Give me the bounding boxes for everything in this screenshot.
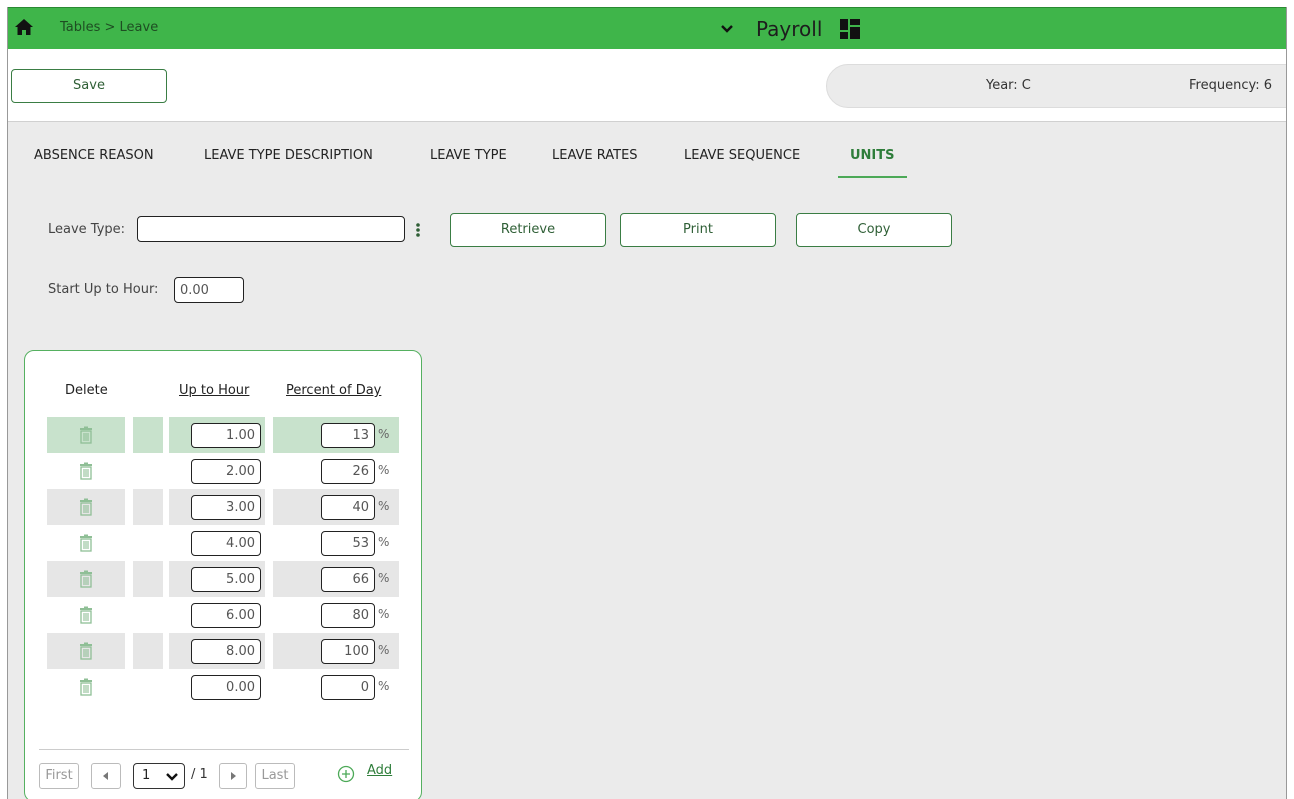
chevron-down-icon[interactable] <box>720 22 734 36</box>
module-title: Payroll <box>756 17 823 41</box>
tab-leave-rates[interactable]: LEAVE RATES <box>552 148 638 178</box>
add-icon[interactable] <box>337 765 355 783</box>
up-to-hour-input[interactable] <box>191 675 261 700</box>
percent-sign: % <box>378 535 390 549</box>
context-info: Year: C Frequency: 6 <box>826 64 1286 108</box>
home-icon[interactable] <box>14 18 34 36</box>
page-total: / 1 <box>191 767 208 782</box>
table-row[interactable]: % <box>47 489 399 525</box>
percent-of-day-input[interactable] <box>321 567 375 592</box>
table-row[interactable]: % <box>47 453 399 489</box>
row-cell-background <box>133 489 163 525</box>
up-to-hour-input[interactable] <box>191 423 261 448</box>
module-switcher[interactable]: Payroll <box>720 14 861 44</box>
percent-of-day-input[interactable] <box>321 675 375 700</box>
row-cell-background <box>133 561 163 597</box>
toolbar: Save Year: C Frequency: 6 <box>8 49 1286 121</box>
start-up-to-hour-label: Start Up to Hour: <box>48 282 159 297</box>
tab-leave-type-description[interactable]: LEAVE TYPE DESCRIPTION <box>204 148 373 178</box>
percent-of-day-input[interactable] <box>321 495 375 520</box>
table-row[interactable]: % <box>47 669 399 705</box>
trash-icon[interactable] <box>78 570 94 588</box>
year-info: Year: C <box>986 78 1031 93</box>
prev-page-button[interactable] <box>91 763 121 789</box>
start-up-to-hour-input[interactable] <box>174 277 244 303</box>
grid-divider <box>39 749 409 750</box>
app-frame: Tables > Leave Payroll Save Year: C Freq… <box>7 7 1287 799</box>
table-row[interactable]: % <box>47 597 399 633</box>
row-cell-background <box>133 633 163 669</box>
table-row[interactable]: % <box>47 633 399 669</box>
trash-icon[interactable] <box>78 606 94 624</box>
tab-leave-sequence[interactable]: LEAVE SEQUENCE <box>684 148 800 178</box>
percent-sign: % <box>378 571 390 585</box>
up-to-hour-input[interactable] <box>191 459 261 484</box>
up-to-hour-column-header[interactable]: Up to Hour <box>179 383 249 398</box>
up-to-hour-input[interactable] <box>191 531 261 556</box>
up-to-hour-input[interactable] <box>191 495 261 520</box>
percent-sign: % <box>378 499 390 513</box>
trash-icon[interactable] <box>78 534 94 552</box>
delete-column-header: Delete <box>65 383 108 398</box>
main-content: ABSENCE REASON LEAVE TYPE DESCRIPTION LE… <box>8 121 1286 799</box>
grid-icon[interactable] <box>840 19 861 39</box>
units-grid-panel: Delete Up to Hour Percent of Day %%%%%%%… <box>24 350 422 799</box>
up-to-hour-input[interactable] <box>191 603 261 628</box>
tab-absence-reason[interactable]: ABSENCE REASON <box>34 148 154 178</box>
trash-icon[interactable] <box>78 462 94 480</box>
chevron-right-icon <box>231 772 236 780</box>
breadcrumb[interactable]: Tables > Leave <box>60 20 158 35</box>
trash-icon[interactable] <box>78 498 94 516</box>
up-to-hour-input[interactable] <box>191 567 261 592</box>
percent-of-day-input[interactable] <box>321 603 375 628</box>
copy-button[interactable]: Copy <box>796 213 952 247</box>
add-row-link[interactable]: Add <box>367 763 392 778</box>
chevron-down-icon <box>166 773 178 781</box>
next-page-button[interactable] <box>219 763 247 789</box>
save-button[interactable]: Save <box>11 69 167 103</box>
kebab-icon[interactable] <box>415 220 421 240</box>
percent-sign: % <box>378 643 390 657</box>
leave-type-input[interactable] <box>137 216 405 242</box>
percent-sign: % <box>378 463 390 477</box>
percent-of-day-input[interactable] <box>321 423 375 448</box>
percent-sign: % <box>378 679 390 693</box>
retrieve-button[interactable]: Retrieve <box>450 213 606 247</box>
trash-icon[interactable] <box>78 642 94 660</box>
percent-sign: % <box>378 607 390 621</box>
leave-type-label: Leave Type: <box>48 222 126 237</box>
up-to-hour-input[interactable] <box>191 639 261 664</box>
table-row[interactable]: % <box>47 525 399 561</box>
row-cell-background <box>133 417 163 453</box>
chevron-left-icon <box>103 772 108 780</box>
percent-of-day-input[interactable] <box>321 531 375 556</box>
tab-units[interactable]: UNITS <box>838 148 907 178</box>
percent-of-day-input[interactable] <box>321 459 375 484</box>
trash-icon[interactable] <box>78 678 94 696</box>
table-row[interactable]: % <box>47 561 399 597</box>
print-button[interactable]: Print <box>620 213 776 247</box>
first-page-button[interactable]: First <box>39 763 79 789</box>
table-row[interactable]: % <box>47 417 399 453</box>
percent-of-day-column-header[interactable]: Percent of Day <box>286 383 381 398</box>
trash-icon[interactable] <box>78 426 94 444</box>
frequency-info: Frequency: 6 <box>1189 78 1272 93</box>
percent-of-day-input[interactable] <box>321 639 375 664</box>
header-bar: Tables > Leave Payroll <box>8 7 1286 49</box>
page-select-value: 1 <box>142 768 151 783</box>
last-page-button[interactable]: Last <box>255 763 295 789</box>
percent-sign: % <box>378 427 390 441</box>
tab-leave-type[interactable]: LEAVE TYPE <box>430 148 507 178</box>
page-select[interactable]: 1 <box>133 763 185 789</box>
